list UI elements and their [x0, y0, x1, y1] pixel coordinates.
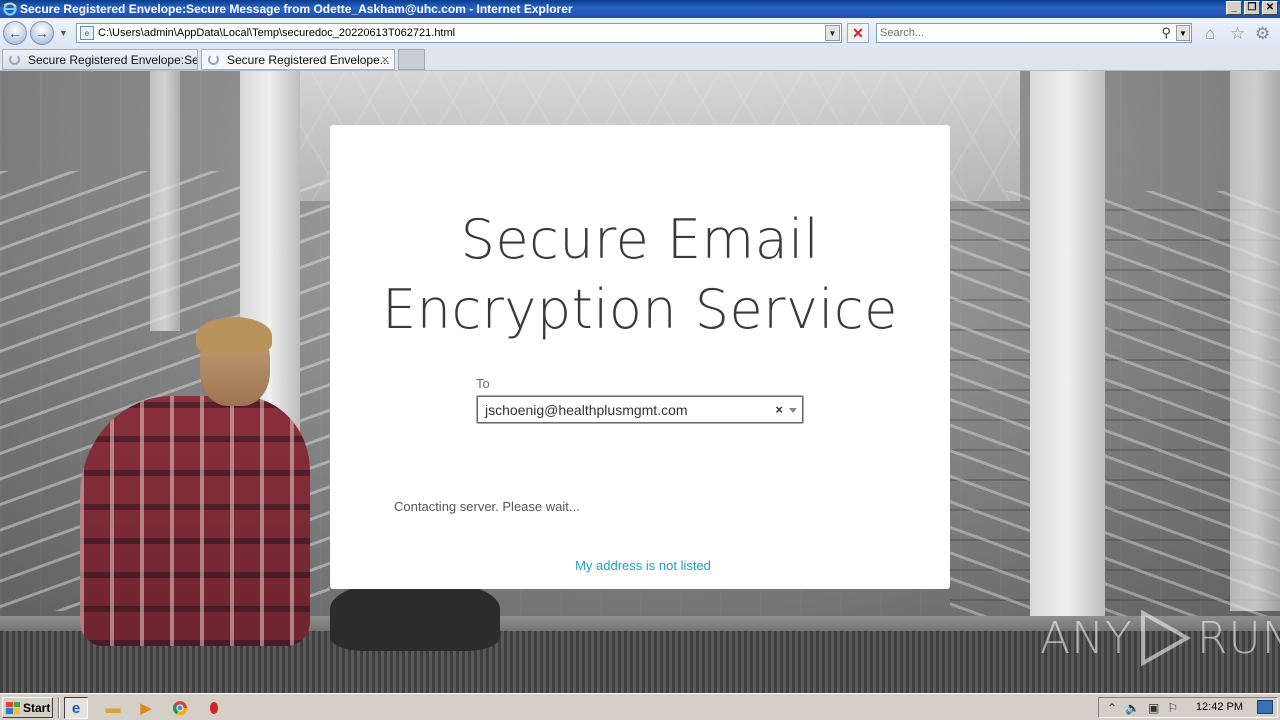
tray-expand-icon[interactable]: ⌃ — [1107, 701, 1117, 715]
search-dropdown-button[interactable]: ▼ — [1176, 25, 1190, 41]
play-logo-icon — [1140, 609, 1191, 667]
loading-icon — [9, 54, 20, 65]
show-desktop-icon[interactable] — [1257, 700, 1273, 714]
tab-label: Secure Registered Envelope:Se... — [28, 52, 198, 67]
recipient-select[interactable]: jschoenig@healthplusmgmt.com × — [476, 395, 804, 424]
background-pillar — [1230, 71, 1280, 611]
person-hair — [196, 317, 272, 355]
page-content: Secure Email Encryption Service To jscho… — [0, 71, 1280, 693]
secure-email-card: Secure Email Encryption Service To jscho… — [330, 125, 950, 589]
restore-button[interactable]: ❐ — [1244, 1, 1260, 15]
background-pillar — [1030, 71, 1105, 631]
address-dropdown-button[interactable]: ▼ — [825, 25, 840, 41]
gear-icon[interactable]: ⚙ — [1255, 24, 1270, 44]
ie-icon: e — [71, 699, 81, 717]
background-bag — [330, 581, 500, 651]
taskbar-folder-button[interactable]: ▬ — [101, 697, 125, 719]
minimize-button[interactable]: _ — [1226, 1, 1242, 15]
windows-flag-icon — [6, 701, 20, 714]
navigation-bar: ← → ▼ e C:\Users\admin\AppData\Local\Tem… — [0, 18, 1280, 48]
start-label: Start — [23, 700, 51, 715]
recipient-value: jschoenig@healthplusmgmt.com — [485, 401, 688, 418]
home-icon[interactable]: ⌂ — [1205, 24, 1215, 44]
flag-icon[interactable]: ⚐ — [1167, 701, 1178, 715]
address-not-listed-link[interactable]: My address is not listed — [330, 558, 956, 573]
to-label: To — [476, 376, 490, 391]
window-title: Secure Registered Envelope:Secure Messag… — [20, 2, 573, 16]
media-player-icon: ▶ — [140, 700, 152, 717]
history-dropdown-icon[interactable]: ▼ — [59, 28, 68, 38]
search-icon[interactable]: ⚲ — [1161, 25, 1171, 41]
folder-icon: ▬ — [105, 699, 121, 717]
close-tab-icon[interactable]: × — [381, 52, 389, 67]
volume-icon[interactable]: 🔈 — [1125, 701, 1140, 715]
network-icon[interactable]: ▣ — [1148, 701, 1159, 715]
stop-button[interactable]: ✕ — [847, 23, 869, 43]
star-icon[interactable]: ☆ — [1230, 24, 1245, 44]
status-message: Contacting server. Please wait... — [394, 499, 580, 514]
title-line-2: Encryption Service — [382, 278, 898, 341]
close-window-button[interactable]: ✕ — [1262, 1, 1278, 15]
background-pillar — [150, 71, 180, 331]
tab-2-active[interactable]: Secure Registered Envelope... × — [201, 49, 395, 70]
watermark-left: ANY — [1040, 612, 1133, 664]
page-title: Secure Email Encryption Service — [330, 205, 950, 345]
tab-bar: Secure Registered Envelope:Se... Secure … — [0, 48, 1280, 71]
tab-label: Secure Registered Envelope... — [227, 52, 390, 67]
ie-icon — [3, 2, 17, 16]
search-box: ⚲ ▼ — [876, 23, 1192, 43]
taskbar-media-button[interactable]: ▶ — [134, 697, 158, 719]
forward-arrow-icon: → — [35, 25, 49, 41]
page-icon: e — [80, 26, 94, 40]
watermark-right: RUN — [1196, 612, 1280, 664]
address-url[interactable]: C:\Users\admin\AppData\Local\Temp\secure… — [98, 27, 455, 39]
background-person — [60, 317, 360, 646]
person-shirt — [80, 396, 310, 646]
clear-selection-icon[interactable]: × — [775, 402, 783, 417]
taskbar: Start e ▬ ▶ ⬮ ⌃ 🔈 ▣ ⚐ 12:42 PM — [0, 693, 1280, 720]
loading-icon — [208, 54, 219, 65]
chrome-icon — [172, 701, 188, 716]
taskbar-opera-button[interactable]: ⬮ — [202, 697, 226, 719]
window-titlebar: Secure Registered Envelope:Secure Messag… — [0, 0, 1280, 18]
clock[interactable]: 12:42 PM — [1196, 701, 1243, 713]
chevron-down-icon[interactable] — [789, 408, 797, 413]
start-button[interactable]: Start — [2, 697, 53, 718]
forward-button[interactable]: → — [30, 21, 54, 45]
title-line-1: Secure Email — [460, 208, 820, 271]
stop-icon: ✕ — [852, 24, 864, 41]
search-input[interactable] — [880, 24, 1150, 42]
address-bar[interactable]: e C:\Users\admin\AppData\Local\Temp\secu… — [76, 23, 842, 43]
taskbar-chrome-button[interactable] — [168, 697, 192, 719]
back-button[interactable]: ← — [3, 21, 27, 45]
new-tab-button[interactable] — [398, 49, 425, 70]
opera-icon: ⬮ — [209, 699, 219, 717]
taskbar-ie-button[interactable]: e — [64, 697, 88, 719]
system-tray: ⌃ 🔈 ▣ ⚐ 12:42 PM — [1098, 697, 1278, 718]
tab-1[interactable]: Secure Registered Envelope:Se... — [2, 49, 198, 70]
back-arrow-icon: ← — [8, 25, 22, 41]
taskbar-separator — [58, 697, 60, 718]
anyrun-watermark: ANY RUN — [1040, 609, 1280, 667]
